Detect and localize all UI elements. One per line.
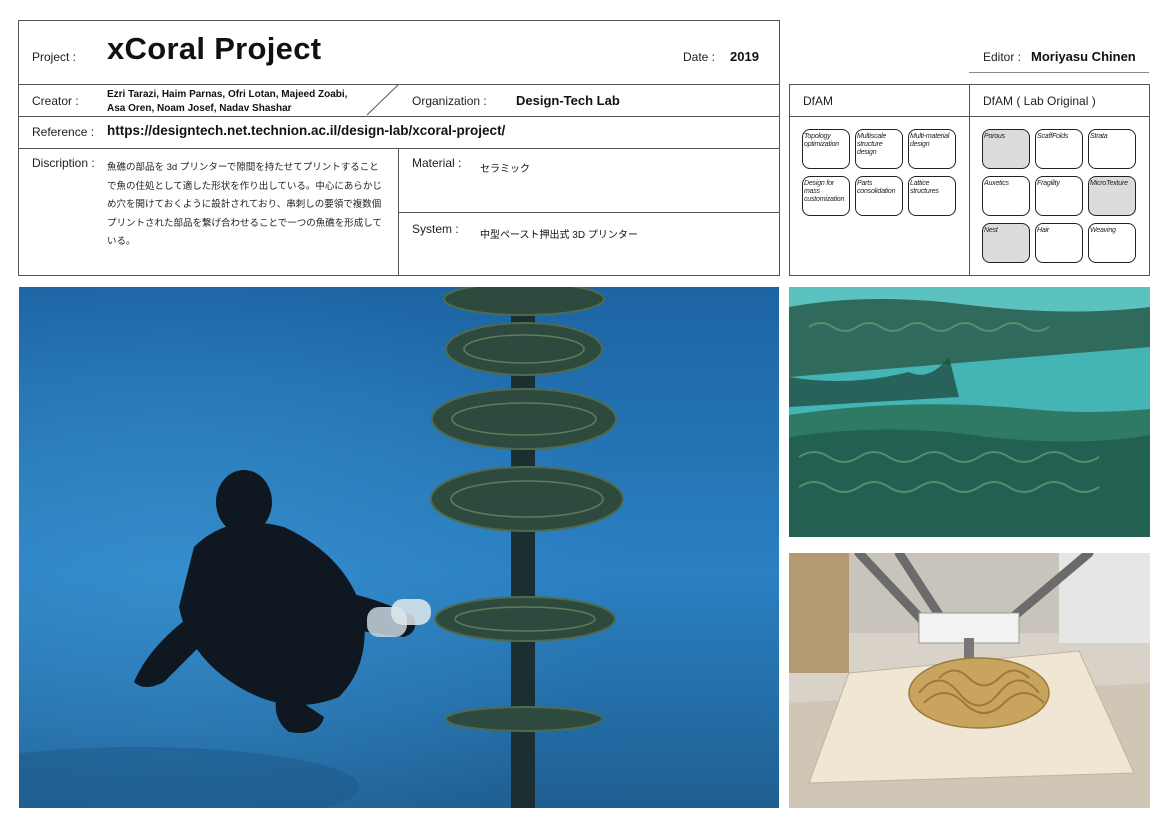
lab-chip-hair: Hair [1035, 223, 1083, 263]
creator-line-2: Asa Oren, Noam Josef, Nadav Shashar [107, 103, 292, 114]
material-value: セラミック [480, 164, 530, 175]
lab-chip-fragility: Fragility [1035, 176, 1083, 216]
creator-names: Ezri Tarazi, Haim Parnas, Ofri Lotan, Ma… [107, 88, 347, 116]
dfam-lab-title: DfAM ( Lab Original ) [983, 94, 1096, 108]
page-title: xCoral Project [107, 31, 322, 66]
dfam-chip-multiscale: Multiscale structure design [855, 129, 903, 169]
description-line: め穴を開けておくように設計されており、串刺しの要領で複数個 [107, 199, 382, 210]
organization-value: Design-Tech Lab [516, 93, 620, 108]
reference-label: Reference : [32, 125, 95, 139]
lab-chip-nest: Nest [982, 223, 1030, 263]
diver-reef-photo [19, 287, 779, 808]
dfam-chip-multimaterial: Multi-material design [908, 129, 956, 169]
editor-label: Editor : [983, 50, 1022, 64]
dfam-chip-parts-consolidation: Parts consolidation [855, 176, 903, 216]
material-label: Material : [412, 156, 462, 170]
printer-photo [789, 553, 1150, 808]
divider [399, 212, 780, 213]
description-line: いる。 [107, 236, 136, 247]
creator-label: Creator : [32, 94, 79, 108]
divider [18, 116, 780, 117]
organization-label: Organization : [412, 94, 487, 108]
dfam-title: DfAM [803, 94, 833, 108]
lab-chip-auxetics: Auxetics [982, 176, 1030, 216]
date-label: Date : [683, 50, 716, 64]
lab-chip-porous: Porous [982, 129, 1030, 169]
lab-chip-microtexture: MicroTexture [1088, 176, 1136, 216]
reference-url[interactable]: https://designtech.net.technion.ac.il/de… [107, 123, 505, 138]
creator-slash [366, 84, 399, 116]
creator-line-1: Ezri Tarazi, Haim Parnas, Ofri Lotan, Ma… [107, 89, 348, 100]
description-label: Discription : [32, 156, 95, 170]
editor-underline [969, 72, 1149, 73]
coral-closeup-photo [789, 287, 1150, 537]
editor-name: Moriyasu Chinen [1031, 49, 1136, 64]
project-label: Project : [32, 50, 77, 64]
system-value: 中型ペースト押出式 3D プリンター [480, 230, 638, 241]
description-line: 魚礁の部品を 3d プリンターで隙間を持たせてプリントすること [107, 162, 379, 173]
dfam-chip-mass-customization: Design for mass customization [802, 176, 850, 216]
dfam-chip-topology: Topology optimization [802, 129, 850, 169]
lab-chip-weaving: Weaving [1088, 223, 1136, 263]
description-text: 魚礁の部品を 3d プリンターで隙間を持たせてプリントすること で魚の住処として… [107, 159, 392, 252]
divider [969, 84, 970, 276]
lab-chip-scaffolds: ScaffFolds [1035, 129, 1083, 169]
dfam-chip-lattice: Lattice structures [908, 176, 956, 216]
lab-chip-strata: Strata [1088, 129, 1136, 169]
date-value: 2019 [730, 49, 759, 64]
divider [18, 148, 780, 149]
description-line: で魚の住処として適した形状を作り出している。中心にあらかじ [107, 180, 382, 192]
system-label: System : [412, 222, 459, 236]
divider [398, 148, 399, 276]
description-line: プリントされた部品を繋げ合わせることで一つの魚礁を形成して [107, 217, 382, 229]
